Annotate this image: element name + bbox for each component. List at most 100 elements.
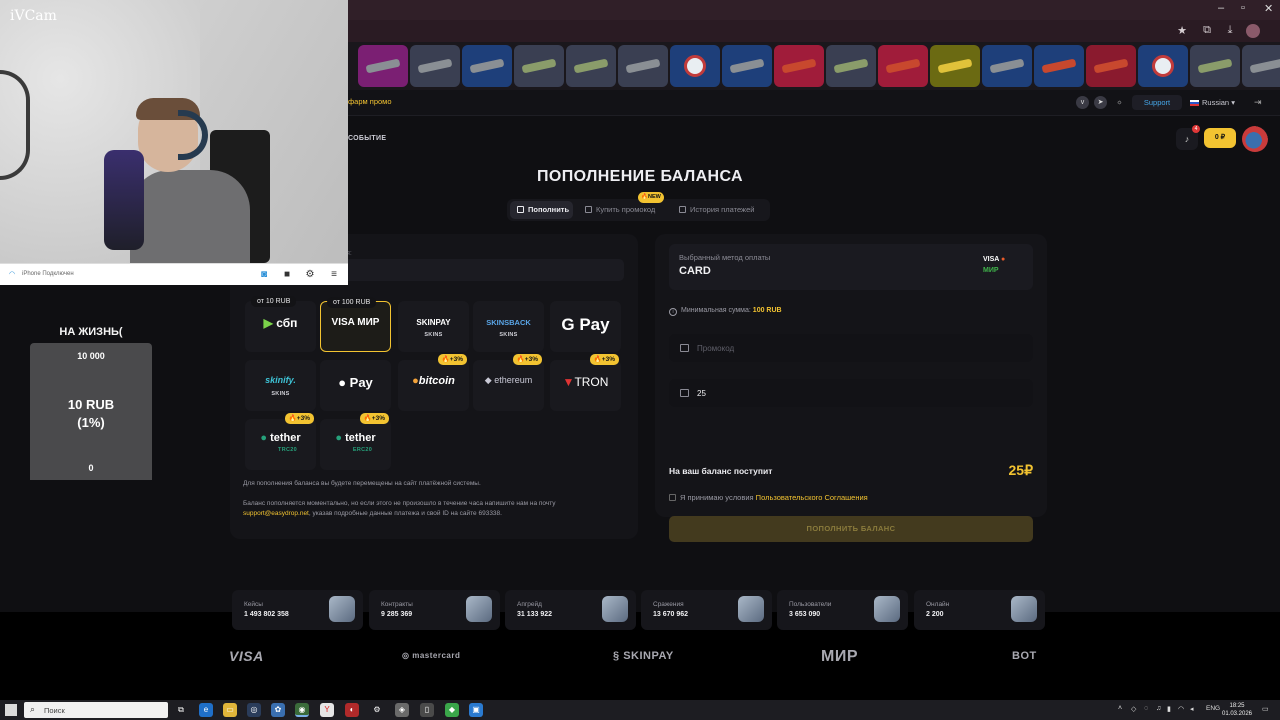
android-icon[interactable]: ◆ [445, 703, 459, 717]
obs-icon[interactable]: ◐ [345, 703, 359, 717]
hourglass-icon [679, 206, 686, 213]
drop-item[interactable] [826, 45, 876, 87]
support-email-link[interactable]: support@easydrop.net [243, 510, 309, 517]
user-avatar[interactable] [1242, 126, 1268, 152]
method-ethereum[interactable]: 🔥+3% ◆ ethereum [473, 354, 544, 411]
drop-item[interactable] [618, 45, 668, 87]
promocode-input[interactable]: Промокод [669, 334, 1033, 362]
tab-deposit[interactable]: Пополнить [510, 201, 573, 219]
minimize-icon[interactable]: – [1218, 2, 1224, 14]
ivcam-brand: iVCam [10, 8, 57, 24]
drop-item[interactable] [1138, 45, 1188, 87]
method-bitcoin[interactable]: 🔥+3% ●bitcoin [398, 354, 469, 411]
drop-item[interactable] [1242, 45, 1280, 87]
profile-avatar[interactable] [1246, 24, 1260, 38]
tray-chevron-icon[interactable]: ˄ [1118, 705, 1122, 712]
chrome-icon[interactable]: ◉ [295, 703, 309, 717]
method-skinpay[interactable]: SKINPAY SKINS [398, 301, 469, 352]
input-language[interactable]: ENG [1206, 705, 1220, 712]
ethereum-icon: ◆ [484, 375, 492, 385]
goal-start: 0 [88, 463, 94, 473]
deposit-submit-button[interactable]: ПОПОЛНИТЬ БАЛАНС [669, 516, 1033, 542]
drop-item[interactable] [1086, 45, 1136, 87]
tab-label: Пополнить [528, 205, 570, 214]
system-clock[interactable]: 18:25 01.03.2026 [1220, 702, 1254, 718]
tether-logo-text: tether [270, 432, 301, 444]
skins-label: SKINS [271, 391, 290, 397]
tab-buy-promo[interactable]: Купить промокод [579, 201, 665, 219]
volume-icon[interactable]: ◂ [1190, 705, 1194, 713]
tray-app-icon[interactable]: ♫ [1156, 705, 1161, 712]
taskbar-search[interactable]: ⌕ Поиск [24, 702, 168, 718]
settings-icon[interactable]: ⚙ [370, 703, 384, 717]
stat-value: 2 200 [926, 611, 944, 618]
edge-icon[interactable]: e [199, 703, 213, 717]
document-icon[interactable]: ▯ [420, 703, 434, 717]
method-tron[interactable]: 🔥+3% ▼TRON [550, 354, 621, 411]
menu-icon[interactable]: ≡ [328, 269, 340, 281]
microphone-icon[interactable]: ▮ [1167, 705, 1171, 713]
yandex-icon[interactable]: Y [320, 703, 334, 717]
gear-icon[interactable]: ⚙ [304, 269, 316, 281]
file-explorer-icon[interactable]: ▭ [223, 703, 237, 717]
network-icon[interactable]: ◠ [1178, 705, 1184, 713]
drop-item[interactable] [930, 45, 980, 87]
settings-icon[interactable]: ☼ [1113, 96, 1126, 109]
skinify-logo: skinify. [265, 375, 296, 385]
drop-item[interactable] [774, 45, 824, 87]
tray-app-icon[interactable]: ◌ [1144, 705, 1148, 712]
method-google-pay[interactable]: G Pay [550, 301, 621, 352]
address-bar[interactable] [348, 20, 1280, 42]
bonus-badge: 🔥+3% [512, 354, 542, 365]
support-button[interactable]: Support [1132, 95, 1182, 110]
app-icon[interactable]: ✿ [271, 703, 285, 717]
terms-checkbox[interactable] [669, 494, 676, 501]
drop-item[interactable] [410, 45, 460, 87]
camera-icon[interactable]: ◙ [258, 269, 270, 281]
vk-icon[interactable]: v [1076, 96, 1089, 109]
bookmark-star-icon[interactable]: ★ [1174, 24, 1190, 38]
close-icon[interactable]: ✕ [1264, 2, 1273, 15]
logout-icon[interactable]: ⇥ [1254, 97, 1262, 108]
drop-item[interactable] [1190, 45, 1240, 87]
webcam-video: iVCam [0, 0, 348, 263]
windows-start-icon[interactable] [5, 704, 17, 716]
notification-center-icon[interactable]: ▭ [1262, 705, 1269, 713]
drop-item[interactable] [982, 45, 1032, 87]
tray-app-icon[interactable]: ◇ [1131, 705, 1136, 713]
tab-payment-history[interactable]: История платежей [673, 201, 767, 219]
method-skinify[interactable]: skinify. SKINS [245, 360, 316, 411]
method-card-visa-mir[interactable]: от 100 RUB VISA МИР [320, 297, 391, 352]
balance-button[interactable]: 0 ₽ [1204, 128, 1236, 148]
shield-icon[interactable]: ◈ [395, 703, 409, 717]
terms-link[interactable]: Пользовательского Соглашения [756, 493, 868, 502]
amount-input[interactable]: 25 [669, 379, 1033, 407]
extensions-icon[interactable]: ⧉ [1199, 24, 1215, 38]
drop-item[interactable] [462, 45, 512, 87]
method-tether-erc20[interactable]: 🔥+3% ● tether ERC20 [320, 413, 391, 470]
event-link[interactable]: СОБЫТИЕ [348, 135, 386, 142]
drop-item[interactable] [566, 45, 616, 87]
drop-item[interactable] [1034, 45, 1084, 87]
maximize-icon[interactable]: ▫ [1241, 2, 1245, 14]
method-tether-trc20[interactable]: 🔥+3% ● tether TRC20 [245, 413, 316, 470]
download-icon[interactable]: ⤓ [1222, 24, 1238, 38]
method-apple-pay[interactable]: ● Pay [320, 360, 391, 411]
task-view-icon[interactable]: ⧉ [174, 703, 188, 717]
telegram-icon[interactable]: ➤ [1094, 96, 1107, 109]
skinpay-logo-text: SKINPAY [623, 650, 674, 662]
method-sbp[interactable]: от 10 RUB ▶ сбп [245, 296, 316, 352]
drop-item[interactable] [358, 45, 408, 87]
drop-item[interactable] [878, 45, 928, 87]
nav-promo-link[interactable]: фарм промо [348, 97, 391, 106]
promocode-placeholder: Промокод [697, 344, 735, 353]
video-icon[interactable]: ■ [281, 269, 293, 281]
drop-item[interactable] [670, 45, 720, 87]
drop-item[interactable] [722, 45, 772, 87]
language-selector[interactable]: Russian ▾ [1190, 98, 1235, 107]
ivcam-icon[interactable]: ▣ [469, 703, 483, 717]
method-skinsback[interactable]: SKINSBACK SKINS [473, 301, 544, 352]
steam-icon[interactable]: ◎ [247, 703, 261, 717]
drop-item[interactable] [514, 45, 564, 87]
tether-logo: ● tether [320, 432, 391, 444]
